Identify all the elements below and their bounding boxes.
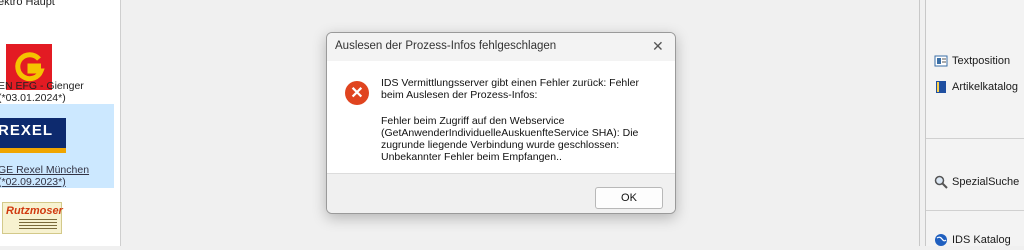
toolbar-item-label: SpezialSuche (952, 176, 1020, 188)
divider (926, 138, 1024, 139)
dialog-titlebar[interactable]: Auslesen der Prozess-Infos fehlgeschlage… (327, 33, 675, 61)
close-icon[interactable]: ✕ (652, 38, 664, 55)
supplier-group-header[interactable]: ektro Haupt ⌃ (0, 0, 114, 14)
dialog-message: IDS Vermittlungsserver gibt einen Fehler… (381, 77, 639, 101)
chevron-up-icon[interactable]: ⌃ (92, 0, 102, 8)
rutzmoser-logo: Rutzmoser (2, 202, 63, 234)
toolbar-item-textposition[interactable]: Textposition ▾ (934, 52, 1010, 70)
globe-icon (934, 233, 948, 247)
toolbar-item-spezialsuche[interactable]: SpezialSuche ▾ (934, 173, 1019, 191)
supplier-panel: ektro Haupt ⌃ EN EFG - Gienger (*03.01.2… (0, 0, 121, 246)
supplier-date: (*02.09.2023*) (0, 176, 66, 188)
supplier-name: EN EFG - Gienger (0, 80, 84, 92)
book-icon (934, 80, 948, 94)
rexel-logo: REXEL (0, 118, 66, 153)
toolbar-item-label: Artikelkatalog (952, 81, 1019, 93)
dialog-title: Auslesen der Prozess-Infos fehlgeschlage… (335, 40, 557, 52)
error-dialog: Auslesen der Prozess-Infos fehlgeschlage… (326, 32, 676, 214)
divider (926, 210, 1024, 211)
toolbar-item-ids-katalog[interactable]: IDS Katalog (934, 231, 1011, 249)
supplier-date: (*03.01.2024*) (0, 92, 66, 104)
dialog-body: ✕ IDS Vermittlungsserver gibt einen Fehl… (327, 61, 675, 173)
divider (919, 0, 920, 246)
supplier-item-efg[interactable]: EN EFG - Gienger (*03.01.2024*) (0, 20, 114, 104)
text-position-icon (934, 54, 948, 68)
ok-button[interactable]: OK (595, 187, 663, 209)
dialog-footer: OK (327, 173, 675, 213)
toolbar-item-label: IDS Katalog (952, 234, 1011, 246)
error-icon: ✕ (345, 81, 369, 105)
supplier-group-label: ektro Haupt (0, 0, 55, 8)
toolbar-item-label: Textposition (952, 55, 1011, 67)
dialog-message-detail: Fehler beim Zugriff auf den Webservice (… (381, 115, 639, 163)
supplier-name: GE Rexel München (0, 164, 90, 176)
toolbar-item-artikelkatalog[interactable]: Artikelkatalog ▾ (934, 78, 1018, 96)
magnifier-icon (934, 175, 948, 189)
